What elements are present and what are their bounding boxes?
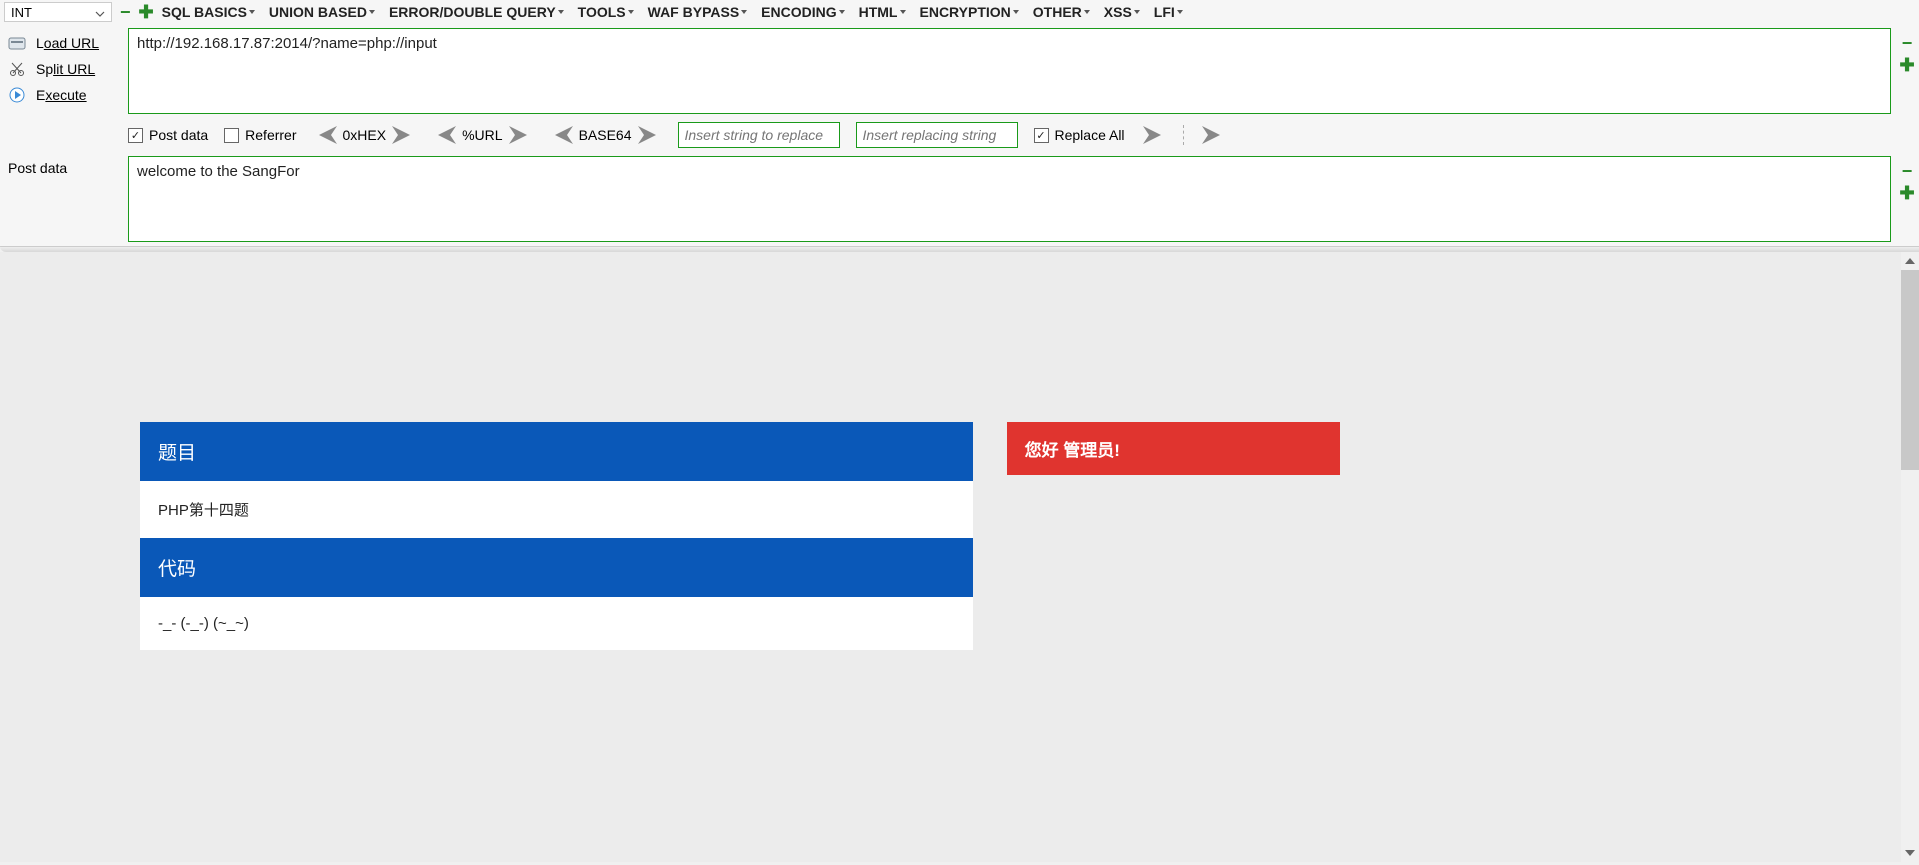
chevron-left-icon bbox=[549, 126, 575, 144]
code-body: -_- (-_-) (~_~) bbox=[140, 597, 973, 650]
caret-icon bbox=[1177, 10, 1183, 14]
minus-icon[interactable]: − bbox=[120, 3, 131, 21]
post-data-input[interactable] bbox=[128, 156, 1891, 242]
chevron-left-icon bbox=[313, 126, 339, 144]
execute-label: Execute bbox=[36, 87, 87, 103]
caret-icon bbox=[741, 10, 747, 14]
chevron-down-icon bbox=[95, 5, 105, 20]
plus-icon[interactable]: ✚ bbox=[1899, 184, 1914, 202]
caret-icon bbox=[1013, 10, 1019, 14]
menu-encryption[interactable]: ENCRYPTION bbox=[920, 4, 1019, 20]
title-header: 题目 bbox=[140, 422, 973, 481]
admin-header: 您好 管理员! bbox=[1007, 422, 1340, 475]
chevron-right-icon[interactable] bbox=[1200, 126, 1226, 144]
base64-button[interactable]: BASE64 bbox=[549, 126, 662, 144]
url-row: Load URL Split URL Execute − ✚ bbox=[0, 24, 1919, 118]
menu-union-based[interactable]: UNION BASED bbox=[269, 4, 375, 20]
referrer-checkbox[interactable]: Referrer bbox=[224, 127, 296, 143]
chevron-right-icon[interactable] bbox=[1141, 126, 1167, 144]
scissors-icon bbox=[8, 60, 26, 78]
split-url-label: Split URL bbox=[36, 61, 95, 77]
arrow-down-icon bbox=[1905, 850, 1915, 856]
menu-encoding[interactable]: ENCODING bbox=[761, 4, 844, 20]
load-url-label: Load URL bbox=[36, 35, 99, 51]
top-toolbar: INT − ✚ SQL BASICS UNION BASED ERROR/DOU… bbox=[0, 0, 1919, 24]
post-data-section-label: Post data bbox=[0, 152, 128, 246]
globe-icon bbox=[8, 34, 26, 52]
caret-icon bbox=[900, 10, 906, 14]
play-icon bbox=[8, 86, 26, 104]
menu-sql-basics[interactable]: SQL BASICS bbox=[162, 4, 255, 20]
caret-icon bbox=[628, 10, 634, 14]
scroll-up-button[interactable] bbox=[1901, 252, 1919, 270]
menu-lfi[interactable]: LFI bbox=[1154, 4, 1183, 20]
check-icon: ✓ bbox=[1036, 129, 1045, 142]
menu-tools[interactable]: TOOLS bbox=[578, 4, 634, 20]
menu-bar: SQL BASICS UNION BASED ERROR/DOUBLE QUER… bbox=[162, 4, 1183, 20]
page-content-area: 题目 PHP第十四题 代码 -_- (-_-) (~_~) 您好 管理员! bbox=[0, 252, 1919, 862]
replace-to-input[interactable] bbox=[856, 122, 1018, 148]
post-data-label: Post data bbox=[149, 127, 208, 143]
referrer-label: Referrer bbox=[245, 127, 296, 143]
replace-all-checkbox[interactable]: ✓ Replace All bbox=[1034, 127, 1125, 143]
post-side-icons: − ✚ bbox=[1895, 152, 1919, 246]
main-panel: 题目 PHP第十四题 代码 -_- (-_-) (~_~) bbox=[140, 422, 973, 650]
int-select[interactable]: INT bbox=[4, 2, 112, 22]
menu-waf-bypass[interactable]: WAF BYPASS bbox=[648, 4, 748, 20]
caret-icon bbox=[558, 10, 564, 14]
left-actions: Load URL Split URL Execute bbox=[0, 24, 128, 118]
hex-button[interactable]: 0xHEX bbox=[313, 126, 417, 144]
menu-html[interactable]: HTML bbox=[859, 4, 906, 20]
chevron-right-icon bbox=[507, 126, 533, 144]
int-label: INT bbox=[11, 5, 32, 20]
scroll-down-button[interactable] bbox=[1901, 844, 1919, 862]
replace-all-label: Replace All bbox=[1055, 127, 1125, 143]
caret-icon bbox=[249, 10, 255, 14]
url-enc-label: %URL bbox=[462, 127, 502, 143]
caret-icon bbox=[839, 10, 845, 14]
arrow-up-icon bbox=[1905, 258, 1915, 264]
code-header: 代码 bbox=[140, 538, 973, 597]
plus-icon[interactable]: ✚ bbox=[1899, 56, 1914, 74]
caret-icon bbox=[1134, 10, 1140, 14]
minus-icon[interactable]: − bbox=[1902, 162, 1913, 180]
post-data-checkbox[interactable]: ✓ Post data bbox=[128, 127, 208, 143]
url-side-icons: − ✚ bbox=[1895, 24, 1919, 118]
minus-icon[interactable]: − bbox=[1902, 34, 1913, 52]
url-enc-button[interactable]: %URL bbox=[432, 126, 532, 144]
caret-icon bbox=[369, 10, 375, 14]
menu-error-double[interactable]: ERROR/DOUBLE QUERY bbox=[389, 4, 564, 20]
chevron-right-icon bbox=[636, 126, 662, 144]
chevron-right-icon bbox=[390, 126, 416, 144]
scroll-thumb[interactable] bbox=[1901, 270, 1919, 470]
execute-action[interactable]: Execute bbox=[0, 82, 128, 108]
url-input[interactable] bbox=[128, 28, 1891, 114]
split-url-action[interactable]: Split URL bbox=[0, 56, 128, 82]
title-body: PHP第十四题 bbox=[140, 481, 973, 538]
caret-icon bbox=[1084, 10, 1090, 14]
options-row: ✓ Post data Referrer 0xHEX %URL BASE64 ✓… bbox=[0, 118, 1919, 152]
menu-other[interactable]: OTHER bbox=[1033, 4, 1090, 20]
chevron-left-icon bbox=[432, 126, 458, 144]
load-url-action[interactable]: Load URL bbox=[0, 30, 128, 56]
check-icon: ✓ bbox=[131, 129, 140, 142]
separator bbox=[1183, 125, 1184, 145]
plus-icon[interactable]: ✚ bbox=[139, 3, 154, 21]
hex-label: 0xHEX bbox=[343, 127, 387, 143]
admin-panel: 您好 管理员! bbox=[1007, 422, 1340, 650]
replace-from-input[interactable] bbox=[678, 122, 840, 148]
menu-xss[interactable]: XSS bbox=[1104, 4, 1140, 20]
scrollbar[interactable] bbox=[1901, 252, 1919, 862]
base64-label: BASE64 bbox=[579, 127, 632, 143]
post-data-row: Post data − ✚ bbox=[0, 152, 1919, 246]
